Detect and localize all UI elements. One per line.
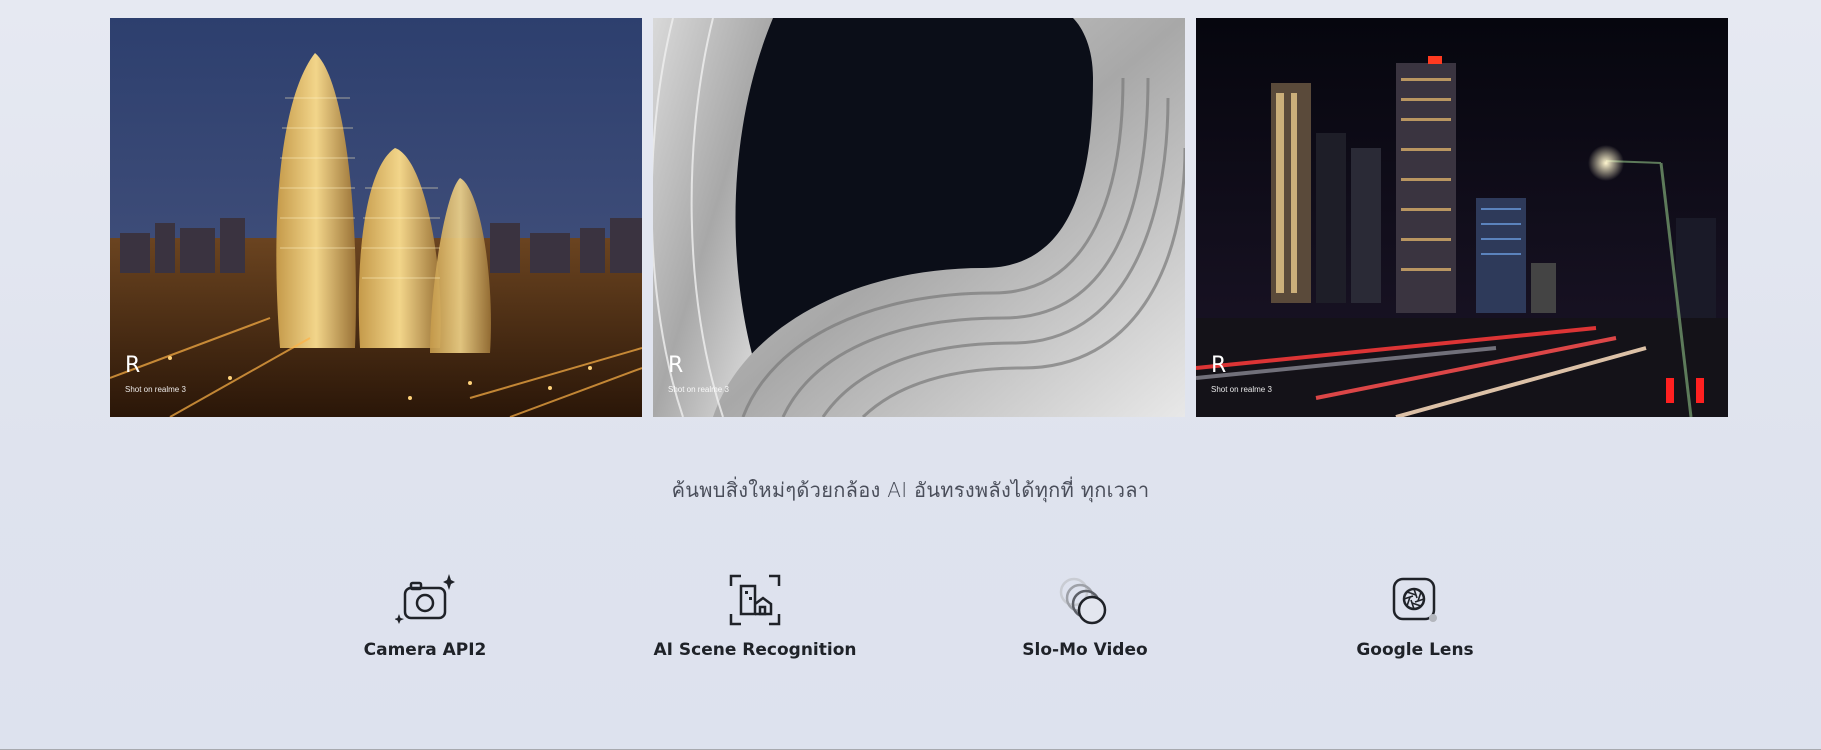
photo-image [1196, 18, 1728, 417]
feature-ai-scene-recognition: AI Scene Recognition [625, 572, 885, 660]
slow-motion-circles-icon [955, 572, 1215, 628]
scene-recognition-icon [625, 572, 885, 628]
watermark-caption: Shot on realme 3 [1211, 385, 1272, 394]
feature-label: Slo-Mo Video [1022, 640, 1148, 660]
feature-list: Camera API2 AI Scene Recognition Slo-Mo … [0, 572, 1821, 672]
google-lens-icon [1285, 572, 1545, 628]
feature-label: AI Scene Recognition [653, 640, 857, 660]
feature-google-lens: Google Lens [1285, 572, 1545, 660]
realme-logo: R [125, 353, 141, 378]
photo-image [110, 18, 642, 417]
tagline: ค้นพบสิ่งใหม่ๆด้วยกล้อง AI อันทรงพลังได้… [671, 478, 1150, 502]
watermark-caption: Shot on realme 3 [125, 385, 186, 394]
watermark-caption: Shot on realme 3 [668, 385, 729, 394]
photo-watermark: R Shot on realme 3 [1211, 355, 1272, 397]
camera-sparkle-icon [295, 572, 555, 628]
photo-gallery: R Shot on realme 3 R Shot on realme 3 R … [110, 18, 1728, 417]
realme-logo: R [668, 353, 684, 378]
realme-logo: R [1211, 353, 1227, 378]
sample-photo-curved-architecture[interactable]: R Shot on realme 3 [653, 18, 1185, 417]
feature-label: Camera API2 [363, 640, 487, 660]
sample-photo-night-city[interactable]: R Shot on realme 3 [1196, 18, 1728, 417]
feature-label: Google Lens [1356, 640, 1474, 660]
photo-watermark: R Shot on realme 3 [668, 355, 729, 397]
photo-watermark: R Shot on realme 3 [125, 355, 186, 397]
feature-slo-mo-video: Slo-Mo Video [955, 572, 1215, 660]
sample-photo-wangjing-soho[interactable]: R Shot on realme 3 [110, 18, 642, 417]
feature-camera-api2: Camera API2 [295, 572, 555, 660]
photo-image [653, 18, 1185, 417]
